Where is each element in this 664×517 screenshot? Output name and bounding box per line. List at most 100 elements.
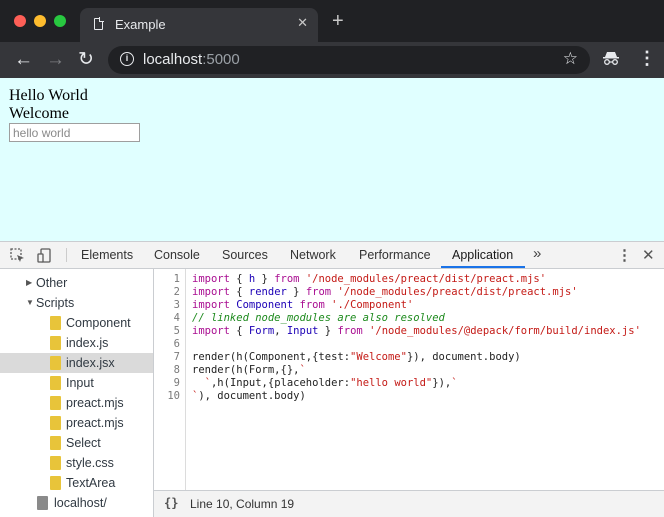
line-number: 5 xyxy=(173,325,180,337)
tab-performance[interactable]: Performance xyxy=(359,248,431,262)
editor-status-bar: {} Line 10, Column 19 xyxy=(154,490,664,517)
active-tab-indicator xyxy=(441,266,525,268)
url-host: localhost xyxy=(143,51,203,68)
tree-folder-scripts[interactable]: ▼ Scripts xyxy=(0,293,153,313)
url-text: localhost:5000 xyxy=(143,51,240,68)
close-window-button[interactable] xyxy=(14,15,26,27)
line-number: 10 xyxy=(167,390,180,402)
tree-label: preact.mjs xyxy=(66,416,124,430)
device-toolbar-icon[interactable] xyxy=(37,248,52,266)
file-icon xyxy=(50,316,61,330)
document-icon xyxy=(94,17,104,30)
tab-network[interactable]: Network xyxy=(290,248,336,262)
tree-label: Component xyxy=(66,316,131,330)
tree-file[interactable]: Input xyxy=(0,373,153,393)
devtools-menu-icon[interactable]: ⋮ xyxy=(617,246,632,264)
site-info-icon[interactable]: i xyxy=(120,52,134,66)
forward-button[interactable]: → xyxy=(46,50,65,69)
code-editor[interactable]: 1 2 3 4 5 6 7 8 9 10 import { h } from '… xyxy=(154,269,664,490)
tab-elements[interactable]: Elements xyxy=(81,248,133,262)
file-icon xyxy=(50,336,61,350)
tree-label: Input xyxy=(66,376,94,390)
line-number: 8 xyxy=(173,364,180,376)
code-line: import { h } from '/node_modules/preact/… xyxy=(192,273,547,285)
tree-file[interactable]: Component xyxy=(0,313,153,333)
tab-title: Example xyxy=(115,17,166,32)
tree-label: index.js xyxy=(66,336,109,350)
file-icon xyxy=(50,436,61,450)
toolbar-divider xyxy=(66,248,67,262)
file-icon xyxy=(50,376,61,390)
code-line: render(h(Form,{},` xyxy=(192,364,306,376)
file-icon xyxy=(50,476,61,490)
code-line: `,h(Input,{placeholder:"hello world"}),` xyxy=(204,377,458,389)
line-number: 2 xyxy=(173,286,180,298)
incognito-icon[interactable] xyxy=(602,51,620,69)
more-tabs-icon[interactable]: » xyxy=(533,245,541,262)
tree-host[interactable]: localhost/ xyxy=(0,493,153,513)
welcome-text: Welcome xyxy=(9,105,70,122)
hello-world-text: Hello World xyxy=(9,87,88,104)
tab-sources[interactable]: Sources xyxy=(222,248,268,262)
code-line: import Component from './Component' xyxy=(192,299,414,311)
host-file-icon xyxy=(37,496,48,510)
address-bar[interactable]: i localhost:5000 ☆ xyxy=(108,46,590,74)
line-number: 3 xyxy=(173,299,180,311)
bookmark-star-icon[interactable]: ☆ xyxy=(563,49,578,69)
line-number: 1 xyxy=(173,273,180,285)
tab-application[interactable]: Application xyxy=(452,248,513,262)
browser-title-bar: Example ✕ + xyxy=(0,0,664,42)
tree-file[interactable]: style.css xyxy=(0,453,153,473)
expanded-arrow-icon[interactable]: ▼ xyxy=(26,293,34,313)
tree-label: Other xyxy=(36,276,68,290)
reload-button[interactable]: ↻ xyxy=(78,50,94,69)
line-number: 9 xyxy=(173,377,180,389)
sources-navigator: ▶ Other ▼ Scripts Component index.js ind… xyxy=(0,269,154,517)
code-line: import { render } from '/node_modules/pr… xyxy=(192,286,578,298)
cursor-position: Line 10, Column 19 xyxy=(190,497,295,511)
code-line: // linked node_modules are also resolved xyxy=(192,312,445,324)
tab-close-icon[interactable]: ✕ xyxy=(297,15,308,31)
minimize-window-button[interactable] xyxy=(34,15,46,27)
tree-file[interactable]: index.js xyxy=(0,333,153,353)
line-number-gutter: 1 2 3 4 5 6 7 8 9 10 xyxy=(154,269,186,490)
hello-world-input[interactable] xyxy=(9,123,140,142)
tree-label: Scripts xyxy=(36,296,75,310)
browser-tab[interactable]: Example ✕ xyxy=(80,8,318,42)
tab-console[interactable]: Console xyxy=(154,248,200,262)
line-number: 4 xyxy=(173,312,180,324)
tree-file[interactable]: Select xyxy=(0,433,153,453)
tree-label: preact.mjs xyxy=(66,396,124,410)
tree-file[interactable]: preact.mjs xyxy=(0,393,153,413)
inspect-element-icon[interactable] xyxy=(10,248,25,266)
code-line: `), document.body) xyxy=(192,390,306,402)
code-line: render(h(Component,{test:"Welcome"}), do… xyxy=(192,351,521,363)
collapsed-arrow-icon[interactable]: ▶ xyxy=(26,273,32,293)
maximize-window-button[interactable] xyxy=(54,15,66,27)
line-number: 7 xyxy=(173,351,180,363)
tree-folder-other[interactable]: ▶ Other xyxy=(0,273,153,293)
url-port: :5000 xyxy=(202,51,240,68)
tree-label: style.css xyxy=(66,456,114,470)
page-viewport: Hello World Welcome xyxy=(0,78,664,241)
tree-label: TextArea xyxy=(66,476,116,490)
line-number: 6 xyxy=(173,338,180,350)
tree-file-selected[interactable]: index.jsx xyxy=(0,353,153,373)
pretty-print-icon[interactable]: {} xyxy=(164,496,178,510)
file-icon xyxy=(50,456,61,470)
tree-label: index.jsx xyxy=(66,356,115,370)
tree-file[interactable]: TextArea xyxy=(0,473,153,493)
back-button[interactable]: ← xyxy=(14,50,33,69)
file-icon xyxy=(50,356,61,370)
tree-file[interactable]: preact.mjs xyxy=(0,413,153,433)
tree-label: Select xyxy=(66,436,101,450)
devtools-close-icon[interactable]: ✕ xyxy=(642,246,655,264)
browser-menu-icon[interactable]: ⋮ xyxy=(638,48,656,69)
browser-toolbar: ← → ↻ i localhost:5000 ☆ ⋮ xyxy=(0,42,664,78)
tree-label: localhost/ xyxy=(54,496,107,510)
file-icon xyxy=(50,416,61,430)
file-icon xyxy=(50,396,61,410)
new-tab-button[interactable]: + xyxy=(332,11,344,31)
devtools-tab-bar: Elements Console Sources Network Perform… xyxy=(0,241,664,269)
code-line: import { Form, Input } from '/node_modul… xyxy=(192,325,641,337)
